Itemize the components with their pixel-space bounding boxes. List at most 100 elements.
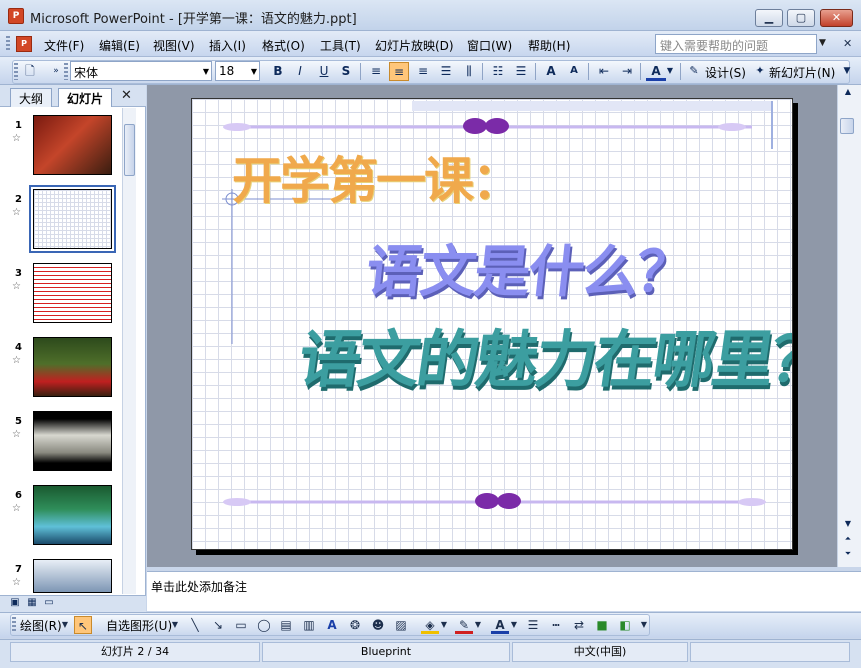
next-slide-icon[interactable]: ⏷	[839, 548, 857, 562]
slide-heading-1[interactable]: 语文是什么？	[363, 227, 696, 308]
autoshapes-button[interactable]: 自选图形(U)	[106, 617, 172, 634]
menu-help[interactable]: 帮助(H)	[528, 37, 570, 54]
maximize-button[interactable]: ▢	[787, 9, 815, 27]
italic-button[interactable]: I	[290, 62, 310, 81]
menu-edit[interactable]: 编辑(E)	[99, 37, 140, 54]
document-icon[interactable]: P	[16, 36, 32, 52]
notes-placeholder[interactable]: 单击此处添加备注	[151, 578, 247, 595]
design-button[interactable]: 设计(S)	[705, 64, 746, 81]
normal-view-icon[interactable]: ▣	[8, 596, 22, 610]
oval-icon[interactable]: ◯	[255, 616, 273, 634]
slideshow-view-icon[interactable]: ▭	[42, 596, 56, 610]
current-slide[interactable]: 开学第一课： 语文是什么？ 语文的魅力在哪里？	[191, 98, 793, 550]
slide-scroll-thumb[interactable]	[840, 118, 854, 134]
new-slide-button[interactable]: 新幻灯片(N)	[769, 64, 835, 81]
picture-icon[interactable]: ▨	[392, 616, 410, 634]
font-size-dropdown-icon[interactable]: ▼	[251, 67, 257, 76]
slide-title[interactable]: 开学第一课：	[232, 141, 522, 213]
3d-style-icon[interactable]: ◧	[616, 616, 634, 634]
vertical-text-icon[interactable]: ⫼	[459, 62, 479, 81]
draw-dropdown-icon[interactable]: ▼	[60, 616, 70, 634]
font-size-select[interactable]: 18 ▼	[215, 61, 260, 81]
menu-format[interactable]: 格式(O)	[262, 37, 305, 54]
draw-menu-button[interactable]: 绘图(R)	[20, 617, 62, 634]
slide-scrollbar[interactable]	[837, 85, 861, 567]
menu-slideshow[interactable]: 幻灯片放映(D)	[375, 37, 454, 54]
close-button[interactable]: ✕	[820, 9, 853, 27]
shadow-style-icon[interactable]: ■	[593, 616, 611, 634]
notes-pane[interactable]	[147, 571, 861, 611]
powerpoint-icon[interactable]: P	[8, 8, 24, 24]
decrease-indent-icon[interactable]: ⇤	[594, 62, 614, 81]
clipart-icon[interactable]: ☻	[369, 616, 387, 634]
drawing-toolbar-options-icon[interactable]: ▼	[638, 616, 650, 634]
slide-heading-2[interactable]: 语文的魅力在哪里？	[294, 309, 792, 399]
toolbar-options-icon[interactable]: »	[46, 62, 66, 81]
increase-indent-icon[interactable]: ⇥	[617, 62, 637, 81]
menu-file[interactable]: 文件(F)	[44, 37, 84, 54]
align-left-icon[interactable]: ≡	[366, 62, 386, 81]
dash-style-icon[interactable]: ┅	[547, 616, 565, 634]
rectangle-icon[interactable]: ▭	[232, 616, 250, 634]
font-color-button[interactable]: A	[646, 62, 666, 81]
slide-thumbnail-5[interactable]	[33, 411, 112, 471]
minimize-button[interactable]: ▁	[755, 9, 783, 27]
textbox-icon[interactable]: ▤	[277, 616, 295, 634]
numbering-icon[interactable]: ☷	[488, 62, 508, 81]
new-slide-icon[interactable]: ✦	[750, 62, 770, 81]
thumbnail-scroll-thumb[interactable]	[124, 124, 135, 176]
fill-color-dropdown-icon[interactable]: ▼	[439, 616, 449, 634]
line-color-icon[interactable]: ✎	[455, 616, 473, 634]
line-icon[interactable]: ╲	[186, 616, 204, 634]
underline-button[interactable]: U	[314, 62, 334, 81]
design-icon[interactable]: ✎	[684, 62, 704, 81]
pane-close-icon[interactable]: ✕	[121, 88, 132, 103]
diagram-icon[interactable]: ❂	[346, 616, 364, 634]
line-style-icon[interactable]: ☰	[524, 616, 542, 634]
menu-grip[interactable]	[6, 36, 10, 52]
slide-sorter-icon[interactable]: ▦	[25, 596, 39, 610]
align-center-icon[interactable]: ≡	[389, 62, 409, 81]
font-name-select[interactable]: 宋体 ▼	[70, 61, 212, 81]
toolbar-options-icon-2[interactable]: ▼	[840, 62, 854, 81]
slide-thumbnail-2[interactable]	[29, 185, 116, 253]
thumbnail-scrollbar[interactable]	[122, 108, 136, 594]
bold-button[interactable]: B	[268, 62, 288, 81]
previous-slide-icon[interactable]: ⏶	[839, 533, 857, 547]
new-document-icon[interactable]: 🗋	[20, 62, 40, 81]
fill-color-icon[interactable]: ◈	[421, 616, 439, 634]
wordart-icon[interactable]: A	[323, 616, 341, 634]
slide-thumbnail-3[interactable]	[33, 263, 112, 323]
shrink-font-button[interactable]: A	[564, 62, 584, 81]
menu-view[interactable]: 视图(V)	[153, 37, 195, 54]
line-color-dropdown-icon[interactable]: ▼	[473, 616, 483, 634]
menu-tools[interactable]: 工具(T)	[320, 37, 361, 54]
scroll-down-icon[interactable]: ▼	[839, 518, 857, 532]
slide-thumbnail-7[interactable]	[33, 559, 112, 593]
distribute-icon[interactable]: ☰	[436, 62, 456, 81]
slide-thumbnail-1[interactable]	[33, 115, 112, 175]
font-color-dropdown-icon[interactable]: ▼	[664, 62, 676, 81]
toolbar-grip-2[interactable]	[64, 63, 68, 80]
status-template-name[interactable]: Blueprint	[262, 642, 510, 662]
menu-insert[interactable]: 插入(I)	[209, 37, 246, 54]
vertical-textbox-icon[interactable]: ▥	[300, 616, 318, 634]
toolbar-grip[interactable]	[14, 63, 18, 80]
shadow-button[interactable]: S	[336, 62, 356, 81]
help-search-input[interactable]: 键入需要帮助的问题	[655, 34, 817, 54]
bullets-icon[interactable]: ☰	[511, 62, 531, 81]
drawing-toolbar-grip[interactable]	[12, 617, 16, 633]
font-dropdown-icon[interactable]: ▼	[203, 67, 209, 76]
menu-window[interactable]: 窗口(W)	[467, 37, 512, 54]
tab-outline[interactable]: 大纲	[10, 88, 53, 107]
font-color-icon[interactable]: A	[491, 616, 509, 634]
font-color-draw-dropdown-icon[interactable]: ▼	[509, 616, 519, 634]
document-close-button[interactable]: ✕	[843, 37, 852, 50]
scroll-up-icon[interactable]: ▲	[839, 86, 857, 100]
grow-font-button[interactable]: A	[541, 62, 561, 81]
select-pointer-icon[interactable]: ↖	[74, 616, 92, 634]
arrow-style-icon[interactable]: ⇄	[570, 616, 588, 634]
tab-slides[interactable]: 幻灯片	[58, 88, 113, 107]
slide-thumbnail-4[interactable]	[33, 337, 112, 397]
autoshapes-dropdown-icon[interactable]: ▼	[170, 616, 180, 634]
